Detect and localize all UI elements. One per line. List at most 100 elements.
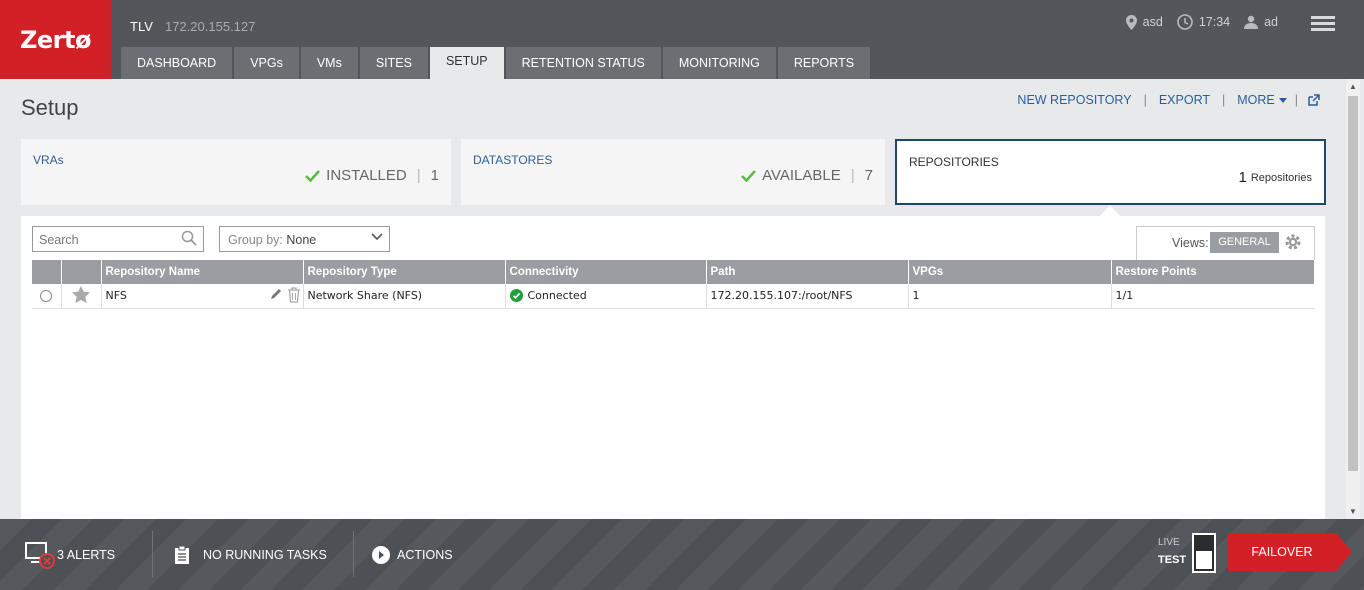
repositories-card[interactable]: REPOSITORIES 1 Repositories xyxy=(895,139,1326,205)
live-test-labels: LIVE TEST xyxy=(1158,537,1186,566)
path-cell: 172.20.155.107:/root/NFS xyxy=(706,284,909,309)
repositories-table: Repository Name Repository Type Connecti… xyxy=(32,260,1315,309)
repositories-unit: Repositories xyxy=(1250,171,1312,184)
repository-type-cell: Network Share (NFS) xyxy=(303,284,506,309)
tab-sites[interactable]: SITES xyxy=(359,47,428,79)
edit-pencil-icon[interactable] xyxy=(269,287,283,301)
menu-button[interactable] xyxy=(1311,16,1335,32)
table-row[interactable]: NFS Network Share (NFS) Connected 172.20… xyxy=(32,284,1315,309)
selected-card-pointer xyxy=(1100,205,1120,216)
row-favorite-cell xyxy=(61,284,102,309)
clipboard-icon xyxy=(175,545,189,564)
delete-trash-icon[interactable] xyxy=(287,287,301,303)
actions-button[interactable]: ACTIONS xyxy=(372,519,453,590)
scroll-thumb[interactable] xyxy=(1348,96,1358,471)
search-icon xyxy=(181,230,197,246)
checkmark-icon xyxy=(305,169,321,182)
time-indicator: 17:34 xyxy=(1177,14,1230,30)
play-circle-icon xyxy=(372,545,390,564)
group-by-select[interactable]: Group by: None xyxy=(219,226,390,252)
time-label: 17:34 xyxy=(1198,15,1231,29)
user-label: ad xyxy=(1264,15,1278,29)
page-scrollbar[interactable]: ▲ ▼ xyxy=(1346,79,1360,519)
column-header-path[interactable]: Path xyxy=(706,260,909,284)
live-label: LIVE xyxy=(1158,537,1180,548)
scroll-up-arrow-icon[interactable]: ▲ xyxy=(1349,82,1357,91)
repositories-panel: Search Group by: None Views: GENERAL Rep… xyxy=(21,216,1325,520)
failover-arrow xyxy=(1336,533,1352,571)
header-status: asd 17:34 ad xyxy=(1125,14,1286,30)
column-header-restore-points[interactable]: Restore Points xyxy=(1111,260,1315,284)
column-header-repository-name[interactable]: Repository Name xyxy=(101,260,304,284)
datastores-card-status: AVAILABLE | 7 xyxy=(741,167,873,184)
alerts-label: 3 ALERTS xyxy=(57,547,116,562)
column-header-repository-type[interactable]: Repository Type xyxy=(303,260,506,284)
connectivity-label: Connected xyxy=(527,289,587,303)
tab-retention-status[interactable]: RETENTION STATUS xyxy=(505,47,661,79)
datastores-status-label: AVAILABLE xyxy=(762,167,841,184)
vpgs-cell: 1 xyxy=(908,284,1112,309)
zerto-logo[interactable]: Zertø xyxy=(0,0,111,79)
row-select-cell xyxy=(32,284,62,309)
vras-card[interactable]: VRAs INSTALLED | 1 xyxy=(21,139,451,205)
views-selector: Views: GENERAL xyxy=(1136,226,1315,260)
views-label: Views: xyxy=(1172,236,1209,250)
tab-setup[interactable]: SETUP xyxy=(429,47,504,79)
location-label: asd xyxy=(1142,15,1163,29)
vras-count: 1 xyxy=(430,167,439,184)
vras-card-status: INSTALLED | 1 xyxy=(305,167,439,184)
chevron-down-icon xyxy=(371,233,383,241)
star-icon[interactable] xyxy=(72,285,90,303)
gear-icon[interactable] xyxy=(1284,233,1302,251)
repositories-card-status: 1 Repositories xyxy=(1239,169,1312,186)
column-header-connectivity[interactable]: Connectivity xyxy=(505,260,707,284)
caret-down-icon xyxy=(1278,97,1287,103)
location-pin-icon xyxy=(1125,14,1137,30)
scroll-down-arrow-icon[interactable]: ▼ xyxy=(1349,507,1357,516)
page-actions: NEW REPOSITORY | EXPORT | MORE | xyxy=(1017,93,1320,107)
restore-points-cell: 1/1 xyxy=(1111,284,1315,309)
user-indicator[interactable]: ad xyxy=(1244,15,1278,29)
tasks-button[interactable]: NO RUNNING TASKS xyxy=(175,519,327,590)
repositories-count: 1 xyxy=(1238,169,1247,186)
checkmark-icon xyxy=(741,169,757,182)
export-link[interactable]: EXPORT xyxy=(1159,93,1210,107)
vras-status-label: INSTALLED xyxy=(326,167,407,184)
test-label: TEST xyxy=(1158,554,1187,566)
favorite-column-header xyxy=(61,260,102,284)
row-radio-button[interactable] xyxy=(40,290,53,303)
alerts-button[interactable]: 3 ALERTS xyxy=(25,519,115,590)
live-test-toggle[interactable] xyxy=(1192,533,1216,573)
select-column-header xyxy=(32,260,62,284)
tasks-label: NO RUNNING TASKS xyxy=(203,547,327,562)
views-general-button[interactable]: GENERAL xyxy=(1210,232,1279,253)
connected-check-icon xyxy=(509,289,523,303)
tab-reports[interactable]: REPORTS xyxy=(777,47,871,79)
datastores-card[interactable]: DATASTORES AVAILABLE | 7 xyxy=(461,139,885,205)
page-title: Setup xyxy=(21,95,79,120)
group-by-label: Group by: xyxy=(228,233,283,247)
user-icon xyxy=(1244,15,1259,29)
clock-icon xyxy=(1177,14,1193,30)
tab-vms[interactable]: VMs xyxy=(300,47,358,79)
new-repository-link[interactable]: NEW REPOSITORY xyxy=(1017,93,1131,107)
tab-monitoring[interactable]: MONITORING xyxy=(662,47,776,79)
search-placeholder: Search xyxy=(39,233,79,247)
actions-label: ACTIONS xyxy=(397,547,453,562)
search-input[interactable]: Search xyxy=(32,226,204,252)
tab-dashboard[interactable]: DASHBOARD xyxy=(121,47,233,79)
toggle-knob xyxy=(1196,551,1212,569)
site-name: TLV xyxy=(130,19,153,34)
datastores-card-title: DATASTORES xyxy=(473,153,553,167)
more-dropdown[interactable]: MORE xyxy=(1237,93,1287,107)
vras-card-title: VRAs xyxy=(33,153,64,167)
location-indicator[interactable]: asd xyxy=(1125,14,1163,30)
app-header: Zertø TLV 172.20.155.127 DASHBOARD VPGs … xyxy=(0,0,1364,79)
status-footer: 3 ALERTS NO RUNNING TASKS ACTIONS LIVE T… xyxy=(0,519,1364,590)
more-label: MORE xyxy=(1237,93,1275,107)
popout-icon[interactable] xyxy=(1308,94,1320,106)
column-header-vpgs[interactable]: VPGs xyxy=(908,260,1112,284)
tab-vpgs[interactable]: VPGs xyxy=(234,47,299,79)
failover-button[interactable]: FAILOVER xyxy=(1228,533,1336,571)
datastores-count: 7 xyxy=(864,167,873,184)
